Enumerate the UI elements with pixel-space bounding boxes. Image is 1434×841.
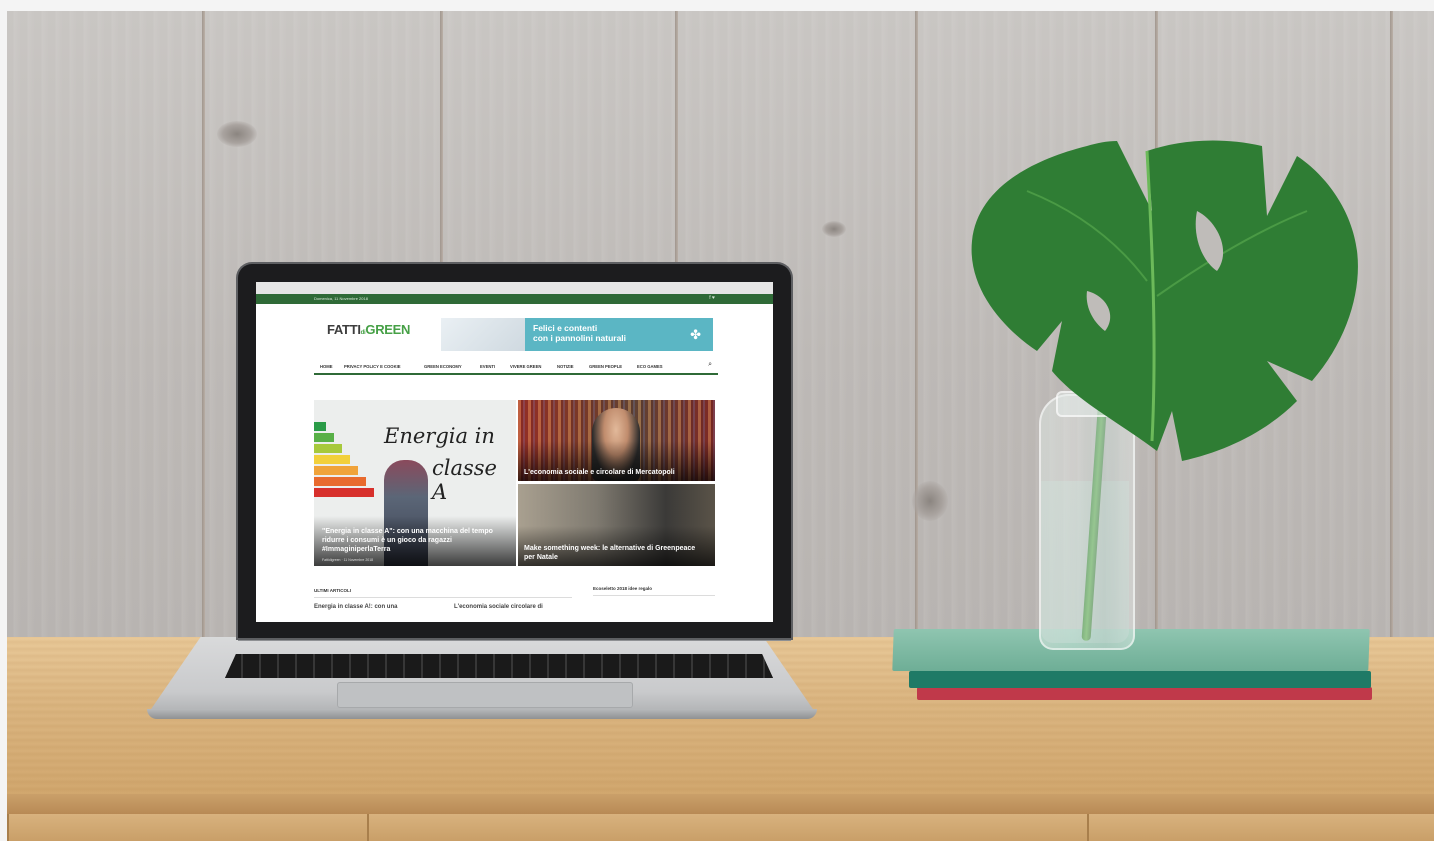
wall-plank-seam	[202, 11, 205, 639]
tile-caption: L'economia sociale e circolare di Mercat…	[524, 469, 675, 476]
nav-home[interactable]: HOME	[320, 364, 333, 369]
desk-drawer	[1087, 814, 1434, 841]
laptop-screen: Domenica, 11 Novembre 2018 f ♥ FATTIdiGR…	[256, 282, 773, 622]
site-date: Domenica, 11 Novembre 2018	[314, 296, 368, 301]
wood-knot	[217, 121, 257, 147]
laptop-trackpad	[337, 682, 633, 708]
section-right-heading[interactable]: Ecoseletto 2018 idee regalo	[593, 586, 652, 591]
desk-drawer	[367, 814, 1087, 841]
logo-green: GREEN	[365, 322, 411, 337]
photo-scene: Domenica, 11 Novembre 2018 f ♥ FATTIdiGR…	[7, 11, 1434, 841]
laptop-base-lip	[147, 709, 817, 719]
ad-banner[interactable]: Felici e contenti con i pannolini natura…	[441, 318, 713, 351]
nav-eco-games[interactable]: ECO GAMES	[637, 364, 663, 369]
wood-knot	[822, 221, 846, 237]
energy-bar	[314, 444, 342, 453]
monstera-leaf	[971, 140, 1358, 462]
energy-bar	[314, 488, 374, 497]
ad-flower-icon: ✤	[690, 327, 701, 342]
hero-meta: Fattidigreen · 11 Novembre 2018	[322, 558, 374, 562]
wood-knot	[912, 481, 948, 521]
nav-notizie[interactable]: NOTIZIE	[557, 364, 574, 369]
laptop-lid: Domenica, 11 Novembre 2018 f ♥ FATTIdiGR…	[238, 264, 791, 638]
search-icon[interactable]: ⌕	[708, 361, 712, 369]
hero-article[interactable]: Energia in classe A "Energia in classe A…	[314, 400, 516, 566]
desk-edge	[7, 794, 1434, 814]
main-nav: HOME PRIVACY POLICY E COOKIE GREEN ECONO…	[314, 361, 718, 375]
energy-bar	[314, 422, 326, 431]
article-tile-mercatopoli[interactable]: L'economia sociale e circolare di Mercat…	[518, 400, 715, 481]
section-divider	[314, 597, 572, 598]
hero-caption: "Energia in classe A": con una macchina …	[322, 528, 493, 553]
energy-bar	[314, 433, 334, 442]
energy-bar	[314, 466, 358, 475]
board-text-line-2: classe A	[432, 456, 497, 504]
board-text-line-1: Energia in	[384, 424, 495, 448]
nav-privacy[interactable]: PRIVACY POLICY E COOKIE	[344, 364, 401, 369]
wall-plank-seam	[1390, 11, 1393, 639]
latest-article-title[interactable]: Energia in classe A!: con una	[314, 604, 397, 610]
ad-line-1: Felici e contenti	[533, 323, 598, 333]
laptop-keyboard	[225, 654, 773, 678]
wall-plank-seam	[915, 11, 918, 639]
social-icons[interactable]: f ♥	[709, 295, 715, 301]
energy-bar	[314, 455, 350, 464]
red-notebook	[917, 687, 1372, 700]
nav-eventi[interactable]: EVENTI	[480, 364, 495, 369]
nav-green-economy[interactable]: GREEN ECONOMY	[424, 364, 462, 369]
leaf-shape	[971, 140, 1358, 462]
teal-notebook	[909, 671, 1371, 688]
tile-caption: Make something week: le alternative di G…	[524, 545, 696, 561]
ad-baby-photo	[441, 318, 525, 351]
article-tile-greenpeace[interactable]: Make something week: le alternative di G…	[518, 484, 715, 566]
ad-line-2: con i pannolini naturali	[533, 333, 627, 343]
nav-vivere-green[interactable]: VIVERE GREEN	[510, 364, 541, 369]
section-divider	[593, 595, 715, 596]
ad-text: Felici e contenti con i pannolini natura…	[533, 323, 626, 343]
latest-article-title[interactable]: L'economia sociale circolare di	[454, 604, 543, 610]
site-logo[interactable]: FATTIdiGREEN	[327, 322, 410, 337]
logo-fatti: FATTI	[327, 322, 361, 337]
nav-green-people[interactable]: GREEN PEOPLE	[589, 364, 622, 369]
energy-bar	[314, 477, 366, 486]
desk-drawer	[7, 814, 367, 841]
section-latest-heading: ULTIMI ARTICOLI	[314, 588, 351, 593]
